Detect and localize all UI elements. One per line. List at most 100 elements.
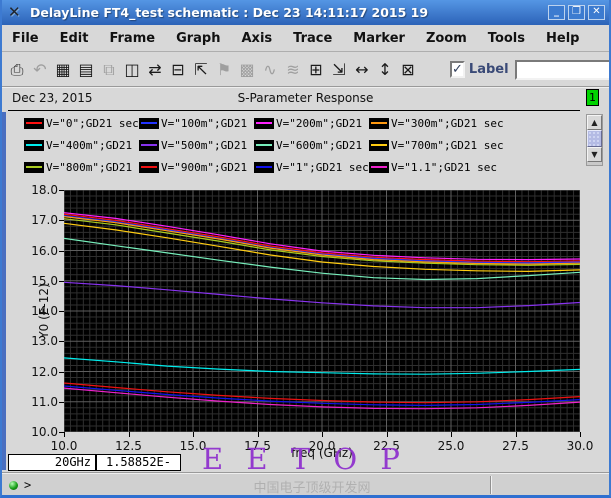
legend-item[interactable]: V="300m";GD21 sec bbox=[369, 116, 504, 130]
window-title: DelayLine FT4_test schematic : Dec 23 14… bbox=[30, 5, 429, 20]
graph-title: S-Parameter Response bbox=[237, 91, 374, 105]
menu-edit[interactable]: Edit bbox=[60, 31, 89, 46]
x-tick-mark bbox=[451, 432, 452, 437]
legend-item[interactable]: V="700m";GD21 sec bbox=[369, 138, 504, 152]
legend-swatch bbox=[254, 161, 274, 173]
grid-icon[interactable]: ▦ bbox=[52, 59, 74, 81]
legend-swatch bbox=[24, 117, 44, 129]
swap-window-icon[interactable]: ⇄ bbox=[144, 59, 166, 81]
legend-swatch bbox=[369, 161, 389, 173]
menu-graph[interactable]: Graph bbox=[176, 31, 220, 46]
menu-zoom[interactable]: Zoom bbox=[426, 31, 467, 46]
status-led-icon bbox=[9, 481, 18, 490]
label-input[interactable] bbox=[514, 59, 609, 80]
calculator-icon[interactable]: ⊞ bbox=[305, 59, 327, 81]
close-button[interactable]: ✕ bbox=[588, 5, 605, 20]
y-tick-mark bbox=[59, 250, 64, 252]
legend-scrollbar[interactable]: ▲ ▼ bbox=[586, 114, 603, 166]
x-tick-mark bbox=[322, 432, 323, 437]
legend-swatch bbox=[24, 161, 44, 173]
maximize-button[interactable]: ❐ bbox=[568, 5, 585, 20]
y-tick-label: 11.0 bbox=[31, 394, 58, 409]
app-window: ✕ DelayLine FT4_test schematic : Dec 23 … bbox=[0, 0, 611, 498]
legend-label: V="1.1";GD21 sec bbox=[391, 160, 497, 174]
legend-label: V="1";GD21 sec bbox=[276, 160, 369, 174]
scroll-up-icon[interactable]: ▲ bbox=[587, 115, 602, 130]
title-bar[interactable]: ✕ DelayLine FT4_test schematic : Dec 23 … bbox=[2, 0, 609, 25]
split-window-icon[interactable]: ◫ bbox=[121, 59, 143, 81]
y-tick-label: 13.0 bbox=[31, 334, 58, 349]
y-tick-mark bbox=[59, 220, 64, 222]
wave-overlay-icon: ∿ bbox=[263, 59, 277, 79]
y-tick-mark bbox=[59, 371, 64, 373]
label-checkbox[interactable]: ✓ bbox=[450, 61, 465, 78]
y-tick-label: 12.0 bbox=[31, 364, 58, 379]
fit-window-icon[interactable]: ⊠ bbox=[397, 59, 419, 81]
y-tick-mark bbox=[59, 190, 64, 191]
legend-label: V="300m";GD21 sec bbox=[391, 116, 504, 130]
marker-x-readout[interactable]: 20GHz bbox=[8, 454, 96, 471]
legend-swatch bbox=[139, 161, 159, 173]
minimize-button[interactable]: _ bbox=[548, 5, 565, 20]
menu-trace[interactable]: Trace bbox=[293, 31, 332, 46]
copy-window-icon: ⧉ bbox=[103, 59, 115, 79]
graph-header: Dec 23, 2015 S-Parameter Response 1 bbox=[2, 88, 609, 112]
wave-strip-icon: ≋ bbox=[286, 59, 300, 79]
x-tick-mark bbox=[580, 432, 581, 437]
header-divider bbox=[8, 110, 580, 111]
pop-window-icon[interactable]: ⇱ bbox=[190, 59, 212, 81]
menu-frame[interactable]: Frame bbox=[109, 31, 155, 46]
table-icon: ▩ bbox=[239, 59, 255, 79]
x-tick-mark bbox=[64, 432, 65, 437]
toolbar: ⎙ ↶ ▦ ▤ ⧉ ◫ ⇄ ⊟ ⇱ ⚑ ▩ ∿ ≋ ⊞ ⇲ ↔ ↕ ⊠ ✓ Label bbox=[2, 53, 609, 88]
strip-mode-icon[interactable]: ▤ bbox=[75, 59, 97, 81]
y-tick-label: 15.0 bbox=[31, 273, 58, 288]
y-tick-mark bbox=[59, 401, 64, 403]
legend-swatch bbox=[369, 139, 389, 151]
legend-item[interactable]: V="1.1";GD21 sec bbox=[369, 160, 497, 174]
x-tick-mark bbox=[128, 432, 130, 437]
label-checkbox-label: Label bbox=[468, 62, 509, 77]
y-tick-label: 10.0 bbox=[31, 425, 58, 439]
x-tick-mark bbox=[386, 432, 388, 437]
scroll-down-icon[interactable]: ▼ bbox=[587, 147, 602, 162]
legend-swatch bbox=[24, 139, 44, 151]
x-tick-label: 27.5 bbox=[502, 439, 529, 453]
legend-item[interactable]: V="0";GD21 sec bbox=[24, 116, 139, 130]
legend-swatch bbox=[139, 139, 159, 151]
menu-tools[interactable]: Tools bbox=[488, 31, 525, 46]
legend-swatch bbox=[254, 117, 274, 129]
fit-x-icon[interactable]: ↔ bbox=[351, 59, 373, 81]
legend-swatch bbox=[369, 117, 389, 129]
menu-axis[interactable]: Axis bbox=[242, 31, 273, 46]
x-tick-label: 10.0 bbox=[50, 439, 78, 453]
menu-marker[interactable]: Marker bbox=[353, 31, 405, 46]
waveform-plot-canvas[interactable] bbox=[64, 190, 580, 432]
legend-item[interactable]: V="1";GD21 sec bbox=[254, 160, 369, 174]
zoom-fit-icon[interactable]: ⇲ bbox=[328, 59, 350, 81]
trace-legend: V="0";GD21 sec V="100m";GD21 sec V="200m";… bbox=[2, 112, 609, 180]
y-tick-mark bbox=[59, 341, 64, 343]
y-tick-label: 16.0 bbox=[31, 243, 58, 258]
fit-y-icon[interactable]: ↕ bbox=[374, 59, 396, 81]
y-tick-label: 17.0 bbox=[31, 213, 58, 228]
x-tick-label: 12.5 bbox=[115, 439, 142, 453]
undo-icon: ↶ bbox=[33, 59, 47, 79]
print-icon[interactable]: ⎙ bbox=[6, 59, 28, 81]
legend-label: V="700m";GD21 sec bbox=[391, 138, 504, 152]
eetop-watermark: E E T O P bbox=[202, 442, 407, 476]
y-tick-mark bbox=[59, 311, 64, 312]
marker-y-readout[interactable]: 1.58852E-11 bbox=[96, 454, 181, 484]
scrollbar-thumb[interactable] bbox=[587, 130, 602, 147]
y-tick-label: 18.0 bbox=[31, 183, 58, 197]
marker-flag-icon: ⚑ bbox=[216, 59, 232, 79]
y-tick-mark bbox=[59, 280, 64, 282]
x-tick-label: 30.0 bbox=[566, 439, 594, 453]
menu-file[interactable]: File bbox=[12, 31, 39, 46]
x-tick-mark bbox=[515, 432, 517, 437]
statusbar-divider bbox=[490, 476, 492, 494]
menu-help[interactable]: Help bbox=[546, 31, 579, 46]
command-prompt[interactable]: > bbox=[24, 478, 31, 492]
legend-label: V="0";GD21 sec bbox=[46, 116, 139, 130]
banner-window-icon[interactable]: ⊟ bbox=[167, 59, 189, 81]
